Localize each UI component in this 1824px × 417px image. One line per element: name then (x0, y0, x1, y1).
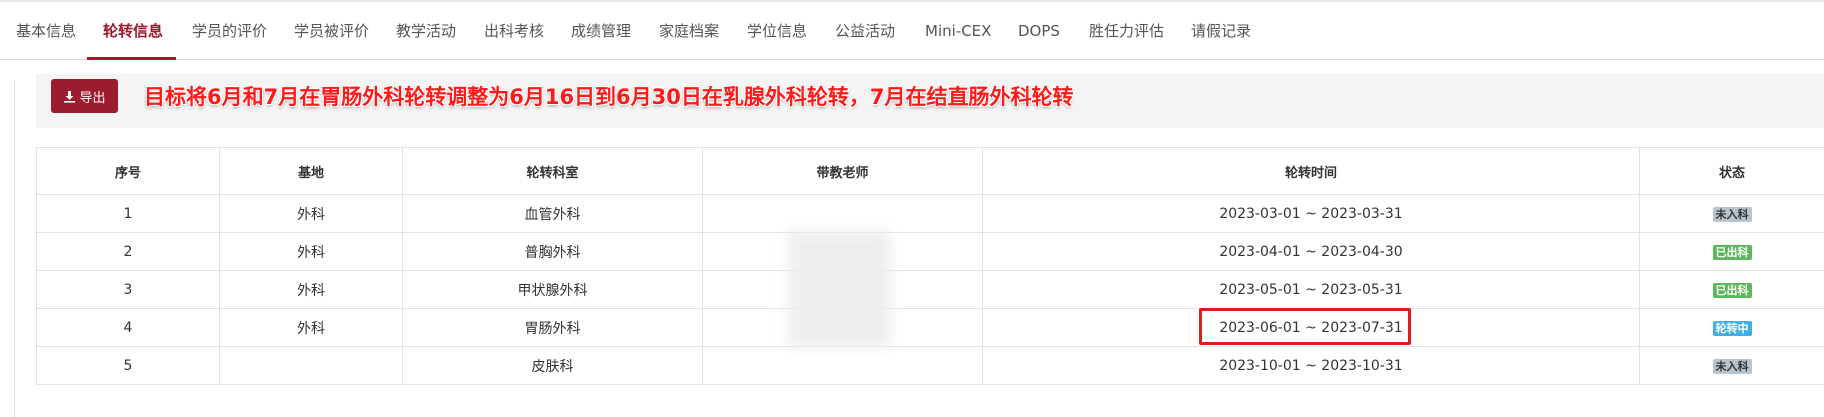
annotation-text: 目标将6月和7月在胃肠外科轮转调整为6月16日到6月30日在乳腺外科轮转，7月在… (144, 85, 1074, 109)
status-badge: 未入科 (1712, 206, 1752, 222)
tab-family-records[interactable]: 家庭档案 (659, 2, 719, 60)
cell-status: 已出科 (1639, 232, 1824, 271)
table-row: 1 外科 血管外科 2023-03-01 ~ 2023-03-31 未入科 (36, 194, 1824, 233)
tab-student-evaluated[interactable]: 学员被评价 (294, 2, 369, 60)
cell-rotation-time: 2023-05-01 ~ 2023-05-31 (982, 270, 1640, 309)
status-badge: 已出科 (1712, 244, 1752, 260)
download-icon (64, 90, 76, 103)
cell-department: 普胸外科 (402, 232, 703, 271)
tab-student-evaluations[interactable]: 学员的评价 (192, 2, 267, 60)
header-index: 序号 (36, 147, 220, 195)
table-header-row: 序号 基地 轮转科室 带教老师 轮转时间 状态 (36, 147, 1824, 195)
cell-index: 3 (36, 270, 220, 309)
status-badge: 未入科 (1712, 358, 1752, 374)
tab-exit-exam[interactable]: 出科考核 (484, 2, 544, 60)
cell-rotation-time: 2023-06-01 ~ 2023-07-31 (982, 308, 1640, 347)
table-row: 2 外科 普胸外科 2023-04-01 ~ 2023-04-30 已出科 (36, 232, 1824, 271)
cell-status: 未入科 (1639, 194, 1824, 233)
header-teacher: 带教老师 (702, 147, 983, 195)
content-left-border (14, 80, 15, 417)
cell-department: 皮肤科 (402, 346, 703, 385)
tab-basic-info[interactable]: 基本信息 (16, 2, 76, 60)
cell-base: 外科 (219, 270, 403, 309)
table-row: 5 皮肤科 2023-10-01 ~ 2023-10-31 未入科 (36, 346, 1824, 385)
tab-rotation-info[interactable]: 轮转信息 (103, 2, 163, 60)
cell-department: 胃肠外科 (402, 308, 703, 347)
table-row: 3 外科 甲状腺外科 2023-05-01 ~ 2023-05-31 已出科 (36, 270, 1824, 309)
tab-competency-assessment[interactable]: 胜任力评估 (1089, 2, 1164, 60)
tab-grade-management[interactable]: 成绩管理 (571, 2, 631, 60)
rotation-table: 序号 基地 轮转科室 带教老师 轮转时间 状态 1 外科 血管外科 2023-0… (36, 147, 1824, 385)
tab-public-welfare[interactable]: 公益活动 (835, 2, 895, 60)
header-base: 基地 (219, 147, 403, 195)
tab-leave-records[interactable]: 请假记录 (1191, 2, 1251, 60)
export-button-label: 导出 (79, 90, 106, 106)
header-status: 状态 (1639, 147, 1824, 195)
cell-status: 未入科 (1639, 346, 1824, 385)
status-badge: 轮转中 (1712, 320, 1752, 336)
cell-base (219, 346, 403, 385)
table-row: 4 外科 胃肠外科 2023-06-01 ~ 2023-07-31 轮转中 (36, 308, 1824, 347)
cell-index: 2 (36, 232, 220, 271)
active-tab-indicator (87, 57, 176, 60)
status-badge: 已出科 (1712, 282, 1752, 298)
cell-base: 外科 (219, 232, 403, 271)
cell-teacher (702, 346, 983, 385)
header-rotation-time: 轮转时间 (982, 147, 1640, 195)
cell-rotation-time: 2023-03-01 ~ 2023-03-31 (982, 194, 1640, 233)
cell-department: 甲状腺外科 (402, 270, 703, 309)
cell-index: 1 (36, 194, 220, 233)
cell-status: 已出科 (1639, 270, 1824, 309)
cell-base: 外科 (219, 308, 403, 347)
export-button[interactable]: 导出 (51, 79, 118, 113)
cell-index: 4 (36, 308, 220, 347)
cell-rotation-time: 2023-04-01 ~ 2023-04-30 (982, 232, 1640, 271)
cell-status: 轮转中 (1639, 308, 1824, 347)
tab-teaching-activities[interactable]: 教学活动 (396, 2, 456, 60)
tab-bar: 基本信息 轮转信息 学员的评价 学员被评价 教学活动 出科考核 成绩管理 家庭档… (0, 2, 1824, 60)
cell-department: 血管外科 (402, 194, 703, 233)
cell-teacher (702, 194, 983, 233)
cell-base: 外科 (219, 194, 403, 233)
teacher-names-blurred (787, 230, 891, 348)
header-department: 轮转科室 (402, 147, 703, 195)
tab-degree-info[interactable]: 学位信息 (747, 2, 807, 60)
tab-mini-cex[interactable]: Mini-CEX (925, 2, 991, 60)
cell-rotation-time: 2023-10-01 ~ 2023-10-31 (982, 346, 1640, 385)
tab-dops[interactable]: DOPS (1018, 2, 1060, 60)
cell-index: 5 (36, 346, 220, 385)
